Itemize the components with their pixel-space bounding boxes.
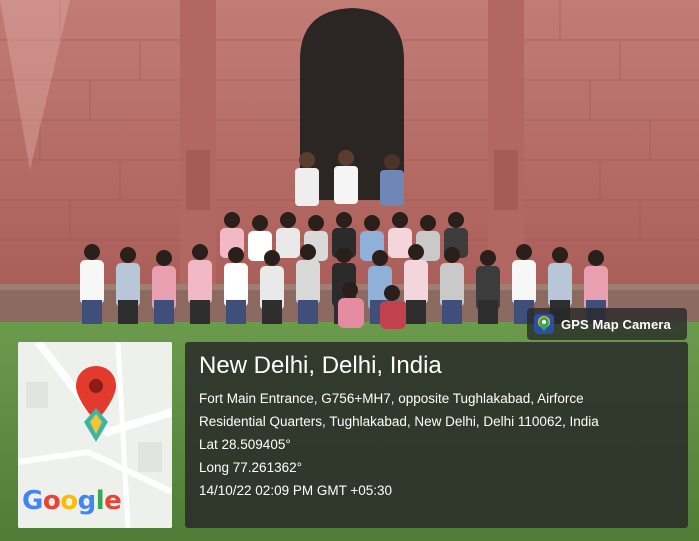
address-line-2: Residential Quarters, Tughlakabad, New D… bbox=[199, 414, 599, 429]
address-line-1: Fort Main Entrance, G756+MH7, opposite T… bbox=[199, 391, 584, 406]
gps-map-camera-watermark: GPS Map Camera bbox=[527, 308, 687, 340]
watermark-label: GPS Map Camera bbox=[561, 316, 671, 332]
city-title: New Delhi, Delhi, India bbox=[199, 352, 442, 379]
timestamp: 14/10/22 02:09 PM GMT +05:30 bbox=[199, 483, 393, 498]
mini-map: Google bbox=[18, 342, 172, 528]
map-camera-icon bbox=[534, 314, 554, 334]
location-pin-icon bbox=[76, 366, 116, 442]
longitude: Long 77.261362° bbox=[199, 460, 302, 475]
location-info-panel: New Delhi, Delhi, India Fort Main Entran… bbox=[185, 342, 688, 528]
latitude: Lat 28.509405° bbox=[199, 437, 291, 452]
geotagged-photo: GPS Map Camera Google New Delhi, Delhi, … bbox=[0, 0, 699, 541]
google-logo: Google bbox=[22, 486, 122, 516]
